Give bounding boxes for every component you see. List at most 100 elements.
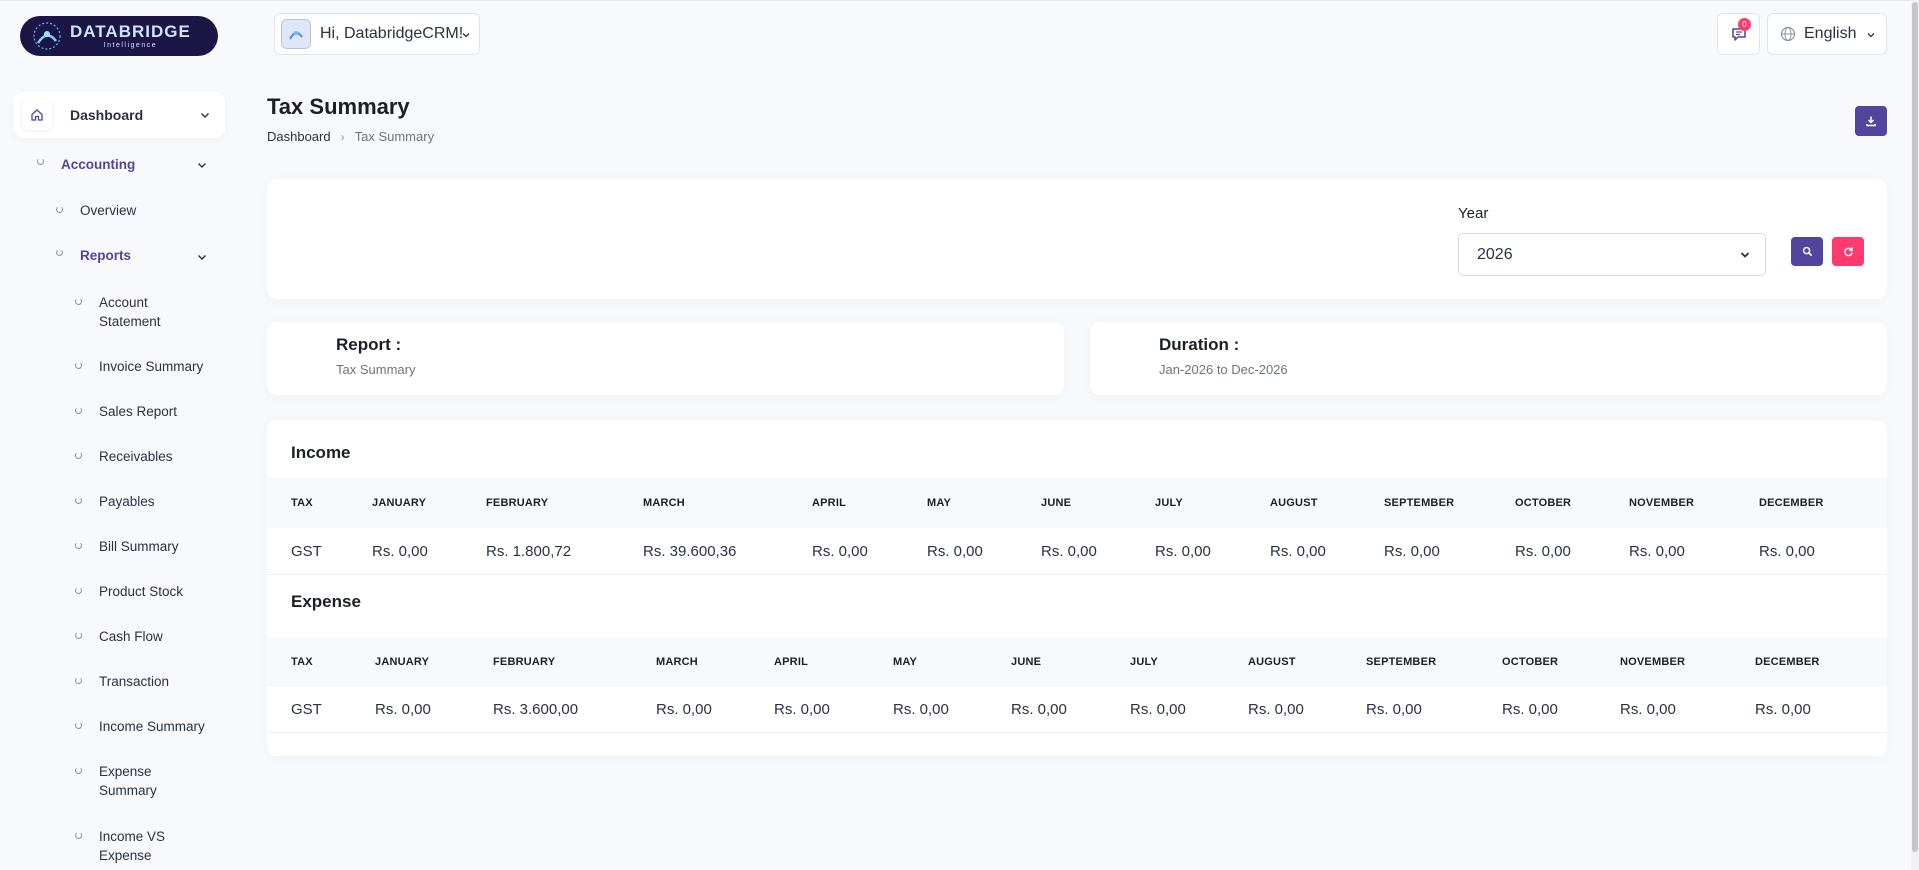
column-header: JULY (1130, 656, 1158, 668)
bullet-icon (75, 722, 82, 729)
sidebar-item-label: Bill Summary (99, 539, 179, 554)
table-cell: Rs. 0,00 (1270, 543, 1326, 560)
bullet-icon (75, 832, 82, 839)
table-cell: Rs. 0,00 (1155, 543, 1211, 560)
chevron-down-icon (1867, 33, 1875, 38)
column-header: OCTOBER (1502, 656, 1559, 668)
table-cell: Rs. 3.600,00 (493, 701, 579, 718)
sidebar-item-label: Accounting (61, 157, 136, 172)
column-header: NOVEMBER (1629, 497, 1695, 509)
home-icon (22, 100, 52, 130)
report-info-card: Report : Tax Summary (267, 322, 1064, 395)
table-cell: Rs. 0,00 (812, 543, 868, 560)
table-cell: Rs. 0,00 (1759, 543, 1815, 560)
table-cell: Rs. 0,00 (927, 543, 983, 560)
table-cell: GST (291, 701, 322, 718)
column-header: SEPTEMBER (1366, 656, 1437, 668)
sidebar-item-bill-summary[interactable]: Bill Summary (75, 537, 179, 556)
sidebar-item-income-summary[interactable]: Income Summary (75, 717, 205, 736)
table-row: GST Rs. 0,00 Rs. 3.600,00 Rs. 0,00 Rs. 0… (267, 687, 1887, 733)
column-header: MARCH (643, 497, 685, 509)
download-button[interactable] (1855, 106, 1887, 136)
top-border (0, 0, 1919, 1)
chevron-down-icon[interactable] (196, 251, 208, 263)
notification-badge: 0 (1738, 18, 1751, 31)
table-cell: Rs. 0,00 (774, 701, 830, 718)
bullet-icon (56, 249, 63, 256)
sidebar-item-income-vs-expense[interactable]: Income VS Expense (75, 827, 179, 865)
user-greeting: Hi, DatabridgeCRM! (320, 25, 464, 42)
column-header: APRIL (774, 656, 808, 668)
sidebar-item-receivables[interactable]: Receivables (75, 447, 173, 466)
table-cell: Rs. 1.800,72 (486, 543, 572, 560)
sidebar-item-cash-flow[interactable]: Cash Flow (75, 627, 163, 646)
breadcrumb: Dashboard › Tax Summary (267, 129, 434, 144)
sidebar-item-product-stock[interactable]: Product Stock (75, 582, 183, 601)
table-cell: Rs. 0,00 (656, 701, 712, 718)
table-cell: Rs. 0,00 (1502, 701, 1558, 718)
notification-button[interactable]: 0 (1717, 13, 1760, 55)
column-header: JUNE (1011, 656, 1042, 668)
language-selector[interactable]: English (1767, 13, 1887, 55)
column-header: SEPTEMBER (1384, 497, 1455, 509)
sidebar: DATABRIDGE Intelligence Dashboard Accoun… (0, 0, 245, 870)
column-header: AUGUST (1248, 656, 1296, 668)
bullet-icon (75, 362, 82, 369)
bullet-icon (37, 158, 44, 165)
sidebar-item-label: Dashboard (70, 107, 144, 123)
sidebar-item-reports[interactable]: Reports (56, 246, 131, 265)
column-header: FEBRUARY (493, 656, 556, 668)
search-button[interactable] (1791, 237, 1823, 266)
sidebar-item-sales-report[interactable]: Sales Report (75, 402, 177, 421)
bullet-icon (75, 497, 82, 504)
sidebar-item-overview[interactable]: Overview (56, 201, 136, 220)
column-header: DECEMBER (1759, 497, 1824, 509)
chevron-down-icon[interactable] (196, 159, 208, 171)
table-cell: Rs. 39.600,36 (643, 543, 737, 560)
refresh-icon (1843, 247, 1853, 257)
sidebar-item-account-statement[interactable]: Account Statement (75, 293, 189, 331)
breadcrumb-current: Tax Summary (354, 129, 435, 144)
sidebar-item-accounting[interactable]: Accounting (37, 155, 135, 174)
chevron-right-icon: › (340, 129, 345, 144)
avatar (281, 19, 311, 49)
duration-info-card: Duration : Jan-2026 to Dec-2026 (1090, 322, 1887, 395)
chevron-down-icon (201, 113, 209, 118)
user-menu-button[interactable]: Hi, DatabridgeCRM! (274, 13, 480, 55)
sidebar-item-transaction[interactable]: Transaction (75, 672, 169, 691)
table-cell: Rs. 0,00 (1248, 701, 1304, 718)
year-select[interactable]: 2026 (1458, 233, 1766, 276)
search-icon (1802, 246, 1812, 257)
table-row: GST Rs. 0,00 Rs. 1.800,72 Rs. 39.600,36 … (267, 529, 1887, 575)
sidebar-item-label: Transaction (99, 674, 170, 689)
reset-button[interactable] (1832, 237, 1864, 266)
bullet-icon (56, 206, 63, 213)
sidebar-item-label: Account Statement (99, 295, 161, 329)
globe-icon (1780, 26, 1796, 42)
table-cell: Rs. 0,00 (1384, 543, 1440, 560)
column-header: OCTOBER (1515, 497, 1572, 509)
table-cell: Rs. 0,00 (1629, 543, 1685, 560)
chevron-down-icon (462, 33, 470, 38)
sidebar-item-dashboard[interactable]: Dashboard (14, 92, 225, 138)
sidebar-item-label: Expense Summary (99, 764, 157, 798)
bullet-icon (75, 542, 82, 549)
sidebar-item-label: Cash Flow (99, 629, 163, 644)
sidebar-item-payables[interactable]: Payables (75, 492, 155, 511)
brand-tagline: Intelligence (103, 42, 158, 49)
sidebar-item-expense-summary[interactable]: Expense Summary (75, 762, 169, 800)
sidebar-item-invoice-summary[interactable]: Invoice Summary (75, 357, 203, 376)
sidebar-item-label: Reports (80, 248, 132, 263)
table-cell: Rs. 0,00 (1755, 701, 1811, 718)
report-value: Tax Summary (336, 362, 416, 377)
column-header: FEBRUARY (486, 497, 549, 509)
vertical-scrollbar[interactable] (1911, 0, 1919, 870)
column-header: MAY (893, 656, 918, 668)
logo-icon (32, 21, 62, 51)
breadcrumb-home-link[interactable]: Dashboard (267, 129, 331, 144)
income-table-header: TAX JANUARY FEBRUARY MARCH APRIL MAY JUN… (267, 478, 1887, 528)
brand-logo[interactable]: DATABRIDGE Intelligence (20, 16, 218, 56)
scrollbar-thumb[interactable] (1912, 2, 1918, 852)
language-label: English (1804, 25, 1857, 42)
table-cell: Rs. 0,00 (1366, 701, 1422, 718)
